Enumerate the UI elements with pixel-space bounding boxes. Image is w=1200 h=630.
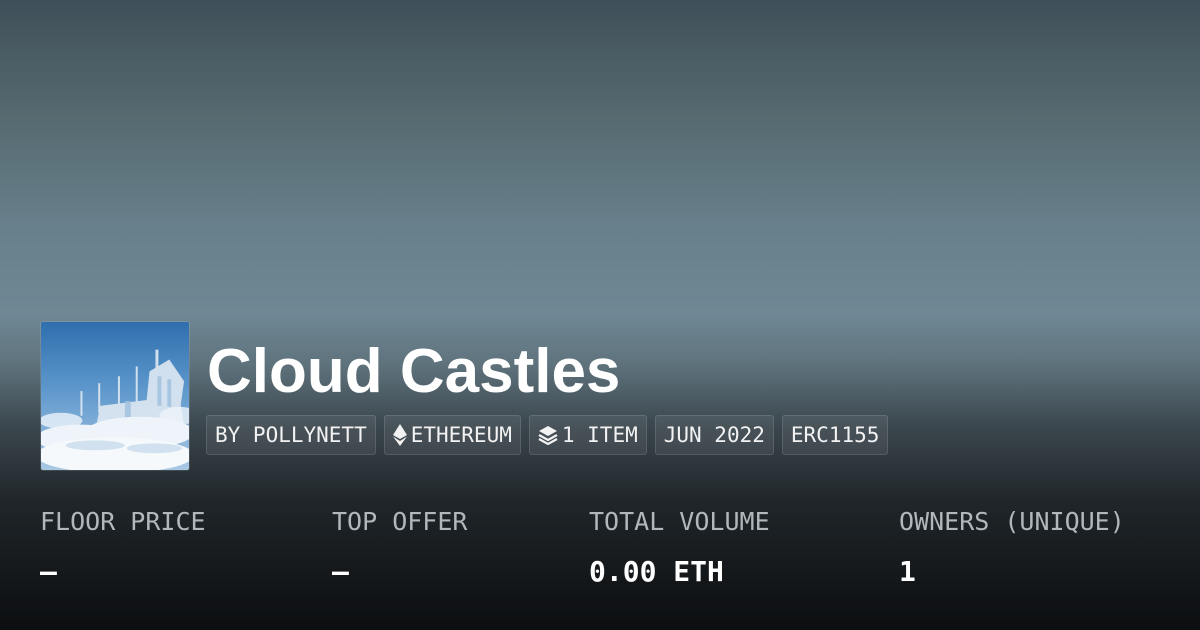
date-label: JUN 2022 xyxy=(663,423,765,447)
cloud-castles-artwork-icon xyxy=(41,322,189,470)
stat-total-volume: TOTAL VOLUME 0.00 ETH xyxy=(589,502,770,592)
stat-value: 1 xyxy=(899,555,916,588)
chain-label: ETHEREUM xyxy=(410,423,512,447)
stat-owners: OWNERS (UNIQUE) 1 xyxy=(899,502,1125,592)
stat-top-offer: TOP OFFER — xyxy=(332,502,467,592)
stat-label: OWNERS (UNIQUE) xyxy=(899,507,1125,536)
ethereum-icon xyxy=(392,424,407,446)
stat-value: 0.00 ETH xyxy=(589,555,724,588)
stat-value: — xyxy=(332,555,349,588)
collection-title: Cloud Castles xyxy=(207,337,621,406)
date-tag: JUN 2022 xyxy=(654,415,774,455)
items-label: 1 ITEM xyxy=(561,423,638,447)
stat-label: FLOOR PRICE xyxy=(40,507,206,536)
standard-label: ERC1155 xyxy=(790,423,880,447)
chain-tag[interactable]: ETHEREUM xyxy=(383,415,521,455)
standard-tag: ERC1155 xyxy=(781,415,889,455)
creator-label: BY POLLYNETT xyxy=(215,423,367,447)
stat-value: — xyxy=(40,555,57,588)
stat-label: TOP OFFER xyxy=(332,507,468,536)
stat-label: TOTAL VOLUME xyxy=(589,507,770,536)
creator-tag[interactable]: BY POLLYNETT xyxy=(206,415,376,455)
items-tag[interactable]: 1 ITEM xyxy=(528,415,647,455)
collection-tags: BY POLLYNETT ETHEREUM 1 ITEM JUN 2022 ER… xyxy=(206,415,889,455)
collection-thumbnail xyxy=(40,321,190,471)
layers-icon xyxy=(538,425,558,445)
stat-floor-price: FLOOR PRICE — xyxy=(40,502,206,592)
